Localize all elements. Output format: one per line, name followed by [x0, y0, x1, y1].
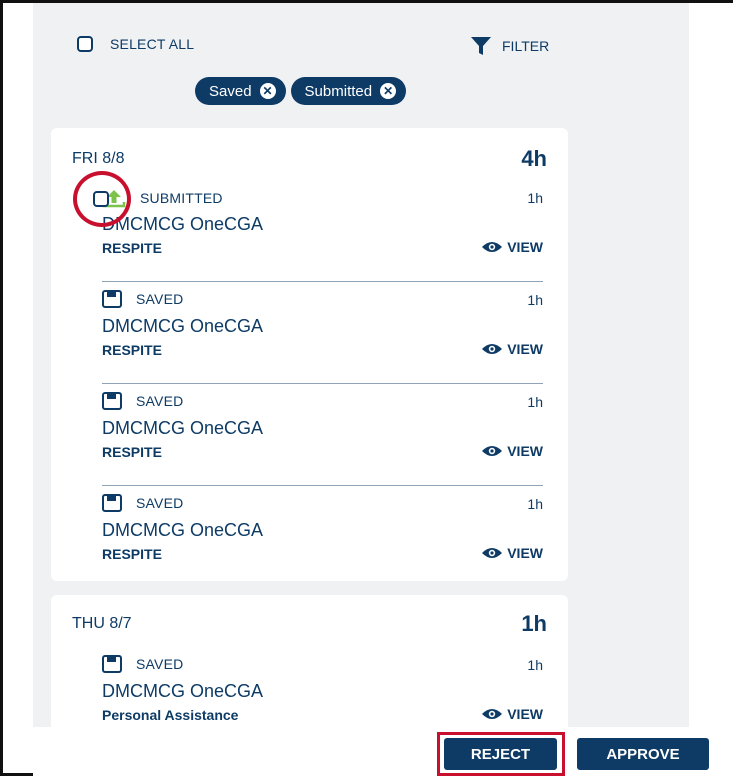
- timesheet-window: SELECT ALL FILTER Saved ✕ Submitted ✕ FR…: [0, 0, 733, 779]
- entry-status-label: SUBMITTED: [140, 190, 223, 206]
- close-circle-icon[interactable]: ✕: [259, 83, 276, 99]
- day-label: THU 8/7: [72, 615, 132, 632]
- entry-hours: 1h: [527, 657, 543, 673]
- eye-icon: [482, 344, 503, 354]
- list-item[interactable]: SAVED 1h DMCMCG OneCGA RESPITE VIEW: [102, 384, 543, 486]
- day-total-hours: 4h: [521, 146, 547, 171]
- action-footer: REJECT APPROVE: [33, 727, 733, 779]
- eye-icon: [482, 709, 503, 719]
- entry-service: Personal Assistance: [102, 707, 239, 723]
- entry-program: DMCMCG OneCGA: [102, 520, 264, 540]
- entry-status-label: SAVED: [136, 291, 184, 307]
- entry-hours: 1h: [527, 292, 543, 308]
- view-label: VIEW: [507, 239, 543, 255]
- view-button[interactable]: VIEW: [481, 443, 543, 459]
- entry-service: RESPITE: [102, 546, 162, 562]
- eye-icon: [482, 548, 503, 558]
- entry-status-label: SAVED: [136, 495, 184, 511]
- day-card-thu: THU 8/7 1h SAVED 1h DMCMCG OneCGA Person…: [51, 595, 568, 727]
- entry-status-label: SAVED: [136, 656, 184, 672]
- eye-icon: [482, 446, 503, 456]
- view-button[interactable]: VIEW: [481, 545, 543, 561]
- funnel-icon: [471, 37, 491, 55]
- entry-service: RESPITE: [102, 342, 162, 358]
- entry-program: DMCMCG OneCGA: [102, 316, 264, 336]
- chip-label: Saved: [209, 82, 252, 100]
- reject-button[interactable]: REJECT: [444, 738, 557, 770]
- entry-status: SAVED: [102, 392, 183, 410]
- day-label: FRI 8/8: [72, 150, 125, 167]
- approve-button[interactable]: APPROVE: [577, 738, 709, 770]
- view-button[interactable]: VIEW: [481, 706, 543, 722]
- chip-label: Submitted: [304, 82, 373, 100]
- day-total-hours: 1h: [521, 611, 547, 636]
- entry-status: SAVED: [102, 494, 183, 512]
- view-button[interactable]: VIEW: [481, 239, 543, 255]
- select-all-checkbox[interactable]: [77, 36, 93, 52]
- floppy-disk-icon: [102, 655, 122, 673]
- floppy-disk-icon: [102, 494, 122, 512]
- chip-saved[interactable]: Saved ✕: [195, 77, 286, 105]
- entry-service: RESPITE: [102, 240, 162, 256]
- filter-button[interactable]: FILTER: [470, 36, 549, 56]
- list-item[interactable]: SAVED 1h DMCMCG OneCGA RESPITE VIEW: [102, 282, 543, 384]
- entry-status-label: SAVED: [136, 393, 184, 409]
- eye-icon: [482, 242, 503, 252]
- select-all-label: SELECT ALL: [110, 36, 195, 52]
- list-item[interactable]: SAVED 1h DMCMCG OneCGA Personal Assistan…: [102, 647, 543, 727]
- list-item[interactable]: SUBMITTED 1h DMCMCG OneCGA RESPITE VIEW: [102, 180, 543, 282]
- entry-program: DMCMCG OneCGA: [102, 681, 264, 701]
- view-label: VIEW: [507, 341, 543, 357]
- view-label: VIEW: [507, 545, 543, 561]
- view-label: VIEW: [507, 706, 543, 722]
- view-label: VIEW: [507, 443, 543, 459]
- filter-label: FILTER: [502, 38, 550, 54]
- active-filter-chips: Saved ✕ Submitted ✕: [195, 77, 407, 105]
- entry-status: SAVED: [102, 655, 183, 673]
- entry-hours: 1h: [527, 394, 543, 410]
- select-all-control[interactable]: SELECT ALL: [77, 36, 194, 52]
- view-button[interactable]: VIEW: [481, 341, 543, 357]
- close-circle-icon[interactable]: ✕: [380, 83, 397, 99]
- entry-program: DMCMCG OneCGA: [102, 214, 264, 234]
- entry-hours: 1h: [527, 496, 543, 512]
- floppy-disk-icon: [102, 290, 122, 308]
- entry-service: RESPITE: [102, 444, 162, 460]
- entry-program: DMCMCG OneCGA: [102, 418, 264, 438]
- entries-panel: SELECT ALL FILTER Saved ✕ Submitted ✕ FR…: [33, 3, 689, 727]
- entry-hours: 1h: [527, 190, 543, 206]
- highlight-circle: [73, 171, 131, 227]
- list-item[interactable]: SAVED 1h DMCMCG OneCGA RESPITE VIEW: [102, 486, 543, 588]
- chip-submitted[interactable]: Submitted ✕: [290, 77, 407, 105]
- entry-status: SAVED: [102, 290, 183, 308]
- floppy-disk-icon: [102, 392, 122, 410]
